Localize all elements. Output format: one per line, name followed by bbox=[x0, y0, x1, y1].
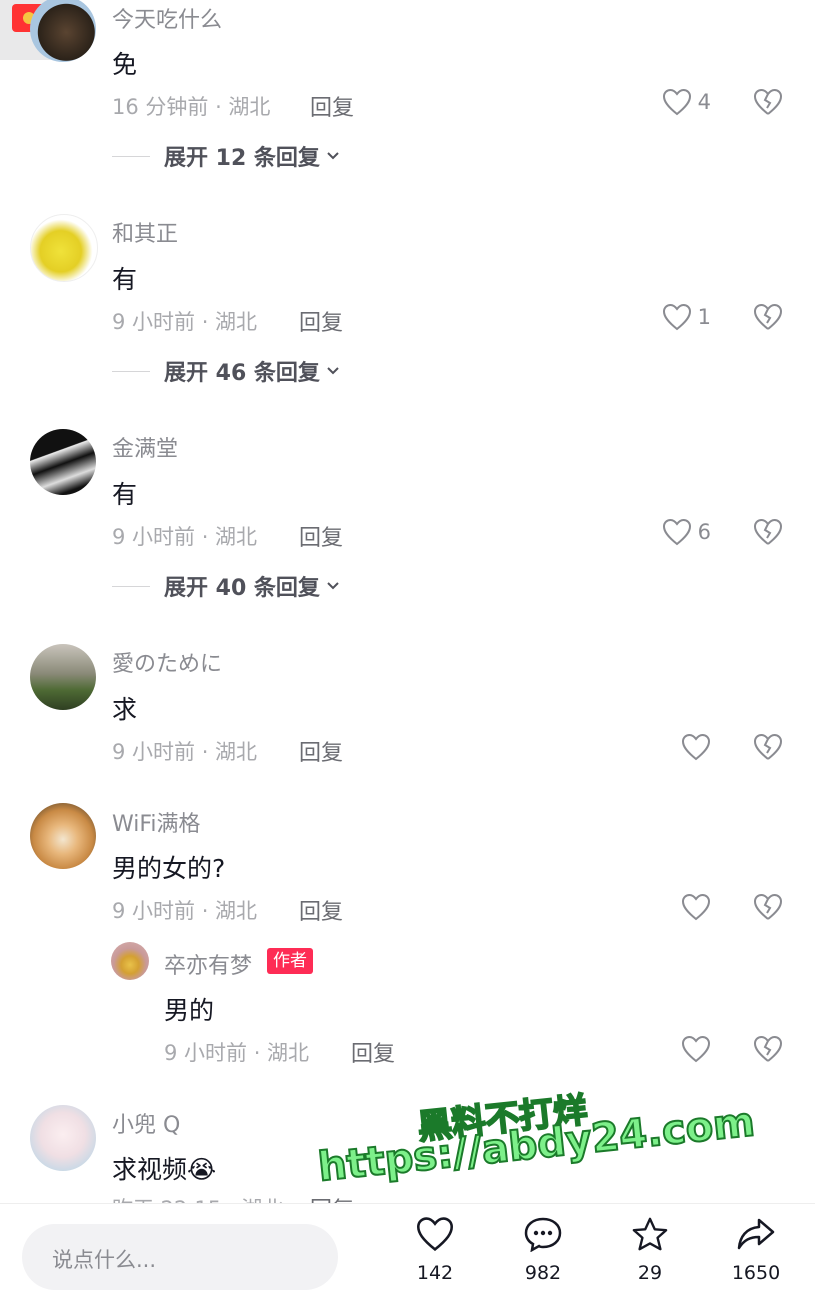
favorite-count: 29 bbox=[637, 1262, 663, 1284]
comment-username[interactable]: 金满堂 bbox=[112, 431, 178, 463]
like-count: 6 bbox=[697, 520, 711, 544]
comment-input-placeholder: 说点什么... bbox=[52, 1248, 157, 1272]
like-button[interactable] bbox=[681, 733, 711, 761]
crying-emoji-icon: 😭 bbox=[187, 1155, 217, 1184]
comment-bubble-icon bbox=[524, 1217, 562, 1253]
broken-heart-icon bbox=[753, 733, 783, 760]
reply-time-location: 9 小时前 · 湖北 bbox=[164, 1041, 310, 1065]
reply-text: 男的 bbox=[164, 996, 215, 1025]
like-count: 1 bbox=[697, 305, 711, 329]
expand-replies-label: 展开 12 条回复 bbox=[164, 146, 320, 171]
heart-icon bbox=[662, 88, 691, 116]
comment-username[interactable]: 和其正 bbox=[112, 216, 178, 248]
heart-icon bbox=[681, 733, 711, 761]
dislike-button[interactable] bbox=[753, 1035, 783, 1067]
share-count: 1650 bbox=[731, 1262, 781, 1284]
expand-replies-label: 展开 40 条回复 bbox=[164, 576, 320, 601]
reply-button[interactable]: 回复 bbox=[299, 894, 343, 926]
avatar[interactable] bbox=[30, 0, 96, 62]
chevron-down-icon bbox=[327, 367, 339, 375]
avatar[interactable] bbox=[30, 803, 96, 869]
avatar[interactable] bbox=[30, 429, 96, 495]
dislike-button[interactable] bbox=[753, 303, 783, 335]
comment-text: 求视频😭 bbox=[112, 1150, 216, 1186]
comment-username[interactable]: 今天吃什么 bbox=[112, 2, 222, 34]
expand-replies-label: 展开 46 条回复 bbox=[164, 361, 320, 386]
expand-replies-button[interactable]: 展开 12 条回复 bbox=[112, 140, 340, 172]
like-button[interactable] bbox=[681, 893, 711, 921]
broken-heart-icon bbox=[753, 893, 783, 920]
avatar[interactable] bbox=[30, 644, 96, 710]
broken-heart-icon bbox=[753, 88, 783, 115]
reply-button[interactable]: 回复 bbox=[299, 520, 343, 552]
comment-time-location: 9 小时前 · 湖北 bbox=[112, 899, 258, 923]
heart-icon bbox=[681, 893, 711, 921]
comment-action[interactable]: 982 bbox=[503, 1216, 583, 1284]
comment-username[interactable]: WiFi满格 bbox=[112, 806, 201, 838]
heart-icon bbox=[662, 303, 691, 331]
dislike-button[interactable] bbox=[753, 893, 783, 925]
heart-icon bbox=[662, 518, 691, 546]
like-button[interactable] bbox=[681, 1035, 711, 1063]
reply-button[interactable]: 回复 bbox=[310, 90, 354, 122]
avatar[interactable] bbox=[111, 942, 149, 980]
heart-icon bbox=[681, 1035, 711, 1063]
like-count: 4 bbox=[697, 90, 711, 114]
like-button[interactable]: 4 bbox=[662, 88, 711, 116]
reply-button[interactable]: 回复 bbox=[299, 305, 343, 337]
comment-text-content: 求视频 bbox=[112, 1155, 188, 1184]
comment-text: 男的女的? bbox=[112, 854, 226, 883]
broken-heart-icon bbox=[753, 1035, 783, 1062]
like-action[interactable]: 142 bbox=[395, 1216, 475, 1284]
chevron-down-icon bbox=[327, 152, 339, 160]
reply-button[interactable]: 回复 bbox=[299, 735, 343, 767]
share-action[interactable]: 1650 bbox=[716, 1216, 796, 1284]
like-button[interactable]: 1 bbox=[662, 303, 711, 331]
broken-heart-icon bbox=[753, 303, 783, 330]
share-arrow-icon bbox=[737, 1218, 775, 1250]
comment-time-location: 9 小时前 · 湖北 bbox=[112, 310, 258, 334]
dislike-button[interactable] bbox=[753, 733, 783, 765]
comment-time-location: 9 小时前 · 湖北 bbox=[112, 740, 258, 764]
like-button[interactable]: 6 bbox=[662, 518, 711, 546]
reply-username[interactable]: 卒亦有梦 bbox=[164, 948, 252, 980]
comment-username[interactable]: 愛のために bbox=[112, 646, 222, 678]
chevron-down-icon bbox=[327, 582, 339, 590]
broken-heart-icon bbox=[753, 518, 783, 545]
like-count: 142 bbox=[416, 1262, 454, 1284]
comment-username[interactable]: 小兜 Q bbox=[112, 1107, 180, 1139]
comment-text: 有 bbox=[112, 265, 138, 294]
avatar[interactable] bbox=[30, 214, 98, 282]
dislike-button[interactable] bbox=[753, 518, 783, 550]
reply-button[interactable]: 回复 bbox=[351, 1036, 395, 1068]
comment-time-location: 16 分钟前 · 湖北 bbox=[112, 95, 271, 119]
dislike-button[interactable] bbox=[753, 88, 783, 120]
expand-replies-button[interactable]: 展开 40 条回复 bbox=[112, 570, 340, 602]
comment-time-location: 9 小时前 · 湖北 bbox=[112, 525, 258, 549]
comment-text: 有 bbox=[112, 480, 138, 509]
comment-count: 982 bbox=[524, 1262, 562, 1284]
expand-replies-button[interactable]: 展开 46 条回复 bbox=[112, 355, 340, 387]
comment-input[interactable]: 说点什么... bbox=[22, 1224, 338, 1290]
comment-text: 求 bbox=[112, 695, 138, 724]
star-icon bbox=[632, 1217, 668, 1251]
favorite-action[interactable]: 29 bbox=[610, 1216, 690, 1284]
comment-text: 免 bbox=[112, 50, 138, 79]
avatar[interactable] bbox=[30, 1105, 96, 1171]
heart-icon bbox=[416, 1217, 454, 1252]
author-badge: 作者 bbox=[267, 948, 313, 974]
bottom-action-bar: 说点什么... 142 982 29 1650 bbox=[0, 1203, 815, 1290]
